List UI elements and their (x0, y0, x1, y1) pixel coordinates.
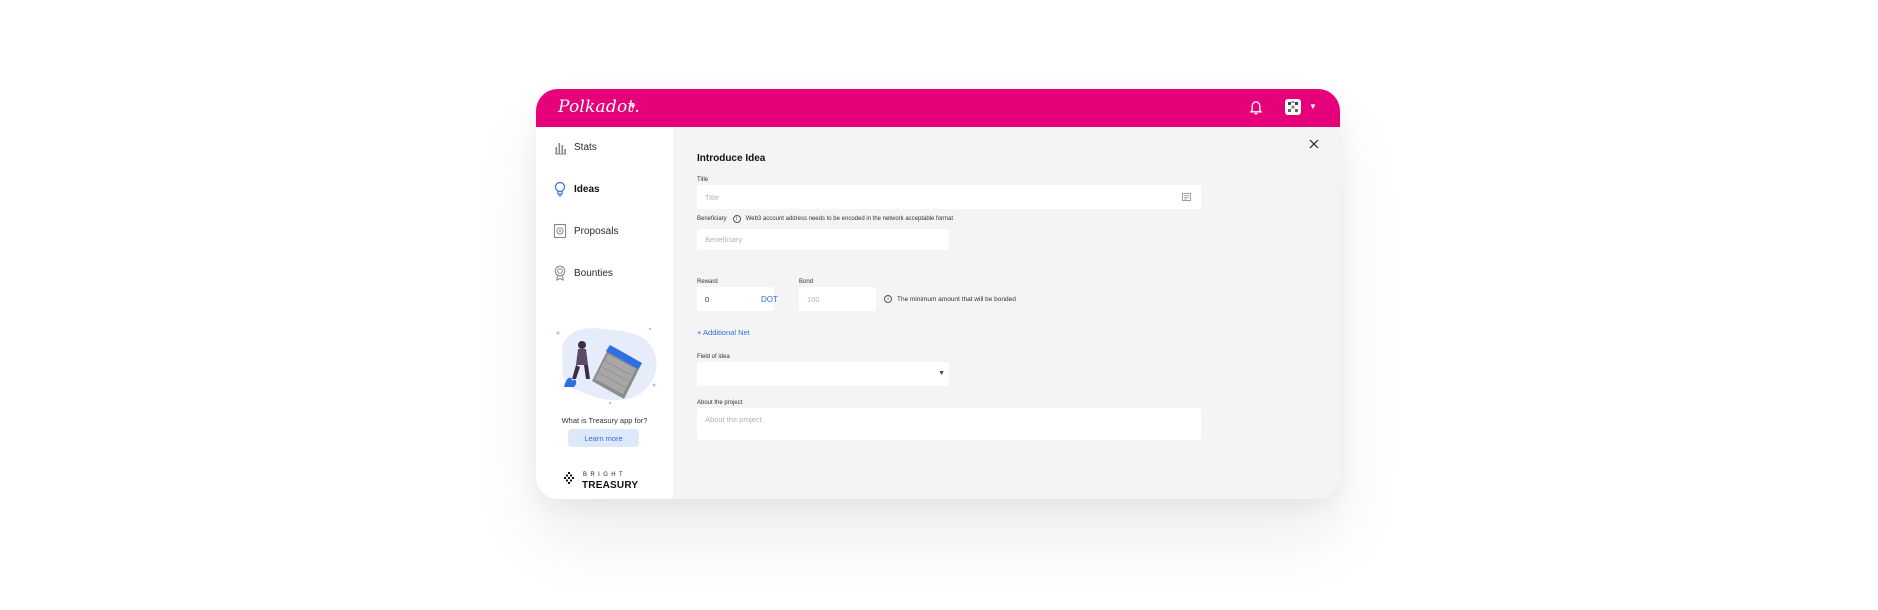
bond-input: 100 (799, 287, 876, 311)
bond-info-text: The minimum amount that will be bonded (897, 295, 1016, 303)
sidebar-item-ideas[interactable]: Ideas (553, 179, 600, 199)
bond-info-row: i The minimum amount that will be bonded (884, 295, 1016, 303)
title-label: Title (697, 177, 709, 183)
chevron-down-icon: ▼ (938, 370, 945, 377)
sidebar-item-label: Ideas (574, 183, 600, 195)
title-placeholder: Title (705, 192, 719, 202)
bell-icon[interactable] (1249, 100, 1263, 116)
close-icon[interactable] (1309, 139, 1319, 149)
treasury-question: What is Treasury app for? (561, 416, 648, 425)
sidebar-item-stats[interactable]: Stats (553, 137, 597, 157)
info-icon[interactable]: i (732, 215, 741, 223)
brand-treasury-text: TREASURY (582, 480, 639, 491)
sidebar-item-label: Stats (574, 141, 597, 153)
sidebar-item-label: Proposals (574, 225, 619, 237)
stats-icon (555, 143, 566, 155)
sidebar-item-proposals[interactable]: Proposals (553, 221, 618, 241)
bond-label: Bond (799, 279, 814, 285)
bounty-icon (554, 265, 566, 281)
sidebar: Stats Ideas Proposals Bounties What is T… (536, 127, 673, 499)
introduce-idea-form: Introduce Idea Title Title Beneficiary i… (673, 127, 1340, 499)
sidebar-item-label: Bounties (574, 267, 613, 279)
about-project-label: About the project (697, 400, 743, 406)
about-project-placeholder: About the project (705, 415, 762, 424)
bond-value: 100 (807, 294, 820, 304)
reward-value: 0 (705, 294, 710, 304)
treasury-illustration (556, 327, 657, 405)
lightbulb-icon (554, 181, 566, 197)
field-of-idea-select[interactable]: ▼ (697, 362, 949, 386)
account-caret-down-icon[interactable]: ▼ (1309, 102, 1317, 111)
beneficiary-info-text: Web3 account address needs to be encoded… (745, 216, 954, 222)
beneficiary-label: Beneficiary (697, 216, 727, 222)
reward-label: Reward (697, 279, 718, 285)
about-project-textarea[interactable]: About the project (697, 408, 1201, 440)
field-of-idea-label: Field of idea (697, 354, 730, 360)
page-title: Introduce Idea (697, 153, 766, 164)
proposal-icon (553, 223, 567, 239)
network-caret-down-icon[interactable]: ▼ (629, 102, 637, 111)
polkadot-logo[interactable]: Polkadot. (558, 97, 640, 117)
reward-input[interactable]: 0 DOT (697, 287, 778, 311)
info-icon[interactable]: i (884, 295, 892, 303)
beneficiary-input[interactable]: Beneficiary (697, 229, 949, 250)
top-bar: Polkadot. ▼ ▼ (536, 89, 1340, 127)
brand-bright-text: BRIGHT (583, 472, 627, 478)
beneficiary-label-row: Beneficiary i Web3 account address needs… (697, 215, 953, 223)
title-input[interactable]: Title (697, 185, 1201, 209)
avatar-icon[interactable] (1285, 99, 1301, 115)
reward-unit: DOT (761, 294, 778, 304)
app-window: Polkadot. ▼ ▼ Stats Ideas Proposals Boun… (536, 89, 1340, 499)
sidebar-item-bounties[interactable]: Bounties (553, 263, 613, 283)
beneficiary-placeholder: Beneficiary (705, 235, 743, 244)
template-icon[interactable] (1182, 193, 1191, 201)
bright-treasury-logo-icon (564, 472, 574, 484)
additional-net-link[interactable]: + Additional Net (697, 328, 750, 337)
learn-more-button[interactable]: Learn more (568, 429, 639, 447)
